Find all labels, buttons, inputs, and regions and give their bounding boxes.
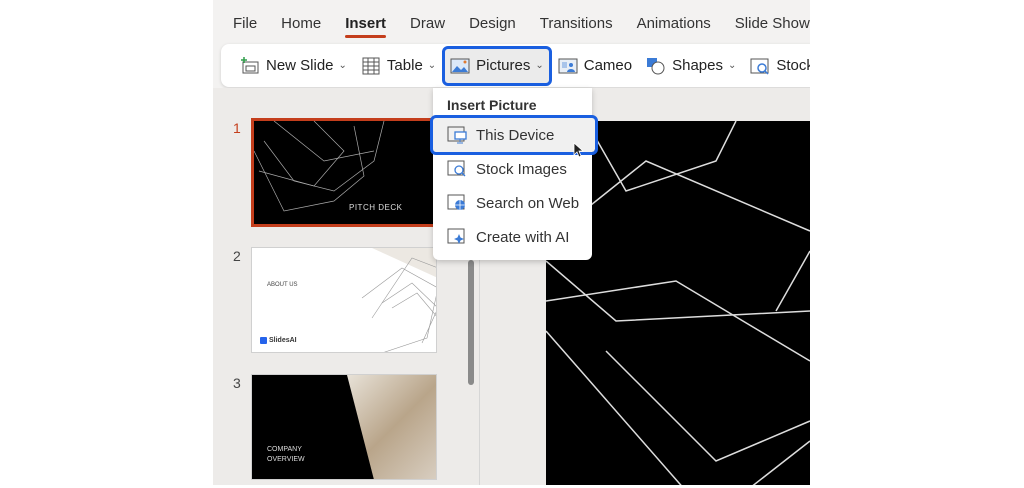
chevron-down-icon: ⌄ bbox=[427, 60, 437, 71]
insert-picture-dropdown: Insert Picture This Device Stock Images … bbox=[430, 88, 598, 260]
cameo-button[interactable]: Cameo bbox=[553, 49, 637, 83]
menu-item-stock-images[interactable]: Stock Images bbox=[433, 152, 592, 186]
stock-images-icon bbox=[447, 160, 466, 177]
slide-thumbnail-3[interactable]: COMPANY OVERVIEW bbox=[251, 374, 437, 480]
title-line-1: COMPANY bbox=[267, 446, 302, 453]
cameo-icon bbox=[558, 58, 578, 73]
tab-file[interactable]: File bbox=[233, 0, 257, 44]
powerpoint-window: File Home Insert Draw Design Transitions… bbox=[213, 0, 810, 485]
slidesai-logo: SlidesAI bbox=[260, 337, 297, 344]
table-icon bbox=[362, 57, 380, 74]
menu-item-label: Create with AI bbox=[476, 228, 570, 246]
slide-thumbnail-1[interactable]: PITCH DECK bbox=[251, 118, 437, 227]
table-label: Table bbox=[386, 57, 423, 74]
slide-title: PITCH DECK bbox=[349, 203, 403, 212]
shapes-icon bbox=[647, 57, 665, 74]
slide-title: COMPANY OVERVIEW bbox=[267, 445, 305, 465]
new-slide-button[interactable]: New Slide ⌄ bbox=[235, 49, 352, 83]
slide-number-1: 1 bbox=[233, 120, 241, 136]
logo-icon bbox=[260, 337, 267, 344]
menu-item-search-on-web[interactable]: Search on Web bbox=[433, 186, 592, 220]
menu-header: Insert Picture bbox=[447, 97, 537, 113]
mouse-cursor-icon bbox=[573, 142, 585, 158]
stock-images-icon bbox=[750, 58, 769, 75]
slide-title: ABOUT US bbox=[267, 282, 298, 288]
ai-sparkle-icon bbox=[447, 228, 465, 244]
photo-people bbox=[347, 375, 436, 479]
cameo-label: Cameo bbox=[583, 57, 633, 74]
tab-slide-show[interactable]: Slide Show bbox=[735, 0, 810, 44]
chevron-down-icon: ⌄ bbox=[338, 60, 347, 71]
tab-transitions[interactable]: Transitions bbox=[540, 0, 613, 44]
menu-item-label: Search on Web bbox=[476, 194, 580, 212]
chevron-down-icon: ⌄ bbox=[535, 60, 544, 71]
pictures-button[interactable]: Pictures ⌄ bbox=[442, 45, 552, 86]
menu-item-label: This Device bbox=[476, 126, 555, 144]
slide-number-3: 3 bbox=[233, 375, 241, 391]
shapes-label: Shapes bbox=[672, 57, 723, 74]
stock-images-label: Stock Ima bbox=[776, 57, 810, 74]
tab-design[interactable]: Design bbox=[469, 0, 516, 44]
tab-draw[interactable]: Draw bbox=[410, 0, 445, 44]
slide-number-2: 2 bbox=[233, 248, 241, 264]
slide-thumbnail-2[interactable]: ABOUT US SlidesAI bbox=[251, 247, 437, 353]
picture-icon bbox=[450, 58, 470, 73]
menu-item-label: Stock Images bbox=[476, 160, 567, 178]
thumbnail-scrollbar[interactable] bbox=[468, 260, 474, 385]
menu-item-create-with-ai[interactable]: Create with AI bbox=[433, 220, 592, 254]
tab-animations[interactable]: Animations bbox=[637, 0, 711, 44]
new-slide-icon bbox=[241, 56, 259, 73]
geometric-lines-decoration bbox=[254, 121, 385, 212]
globe-icon bbox=[447, 194, 465, 210]
tab-insert[interactable]: Insert bbox=[345, 0, 386, 44]
shapes-button[interactable]: Shapes ⌄ bbox=[641, 49, 741, 83]
ribbon-toolbar: New Slide ⌄ Table ⌄ Pictures ⌄ Cameo Shapes… bbox=[221, 44, 810, 87]
stock-images-button[interactable]: Stock Ima bbox=[745, 49, 810, 83]
menu-item-this-device[interactable]: This Device bbox=[430, 115, 598, 155]
title-line-2: OVERVIEW bbox=[267, 456, 305, 463]
this-device-icon bbox=[447, 126, 467, 144]
table-button[interactable]: Table ⌄ bbox=[356, 49, 441, 83]
chevron-down-icon: ⌄ bbox=[727, 60, 737, 71]
pictures-label: Pictures bbox=[476, 57, 531, 74]
new-slide-label: New Slide bbox=[266, 57, 334, 74]
ribbon-tabs: File Home Insert Draw Design Transitions… bbox=[213, 0, 810, 44]
tab-home[interactable]: Home bbox=[281, 0, 321, 44]
logo-text: SlidesAI bbox=[269, 337, 297, 344]
